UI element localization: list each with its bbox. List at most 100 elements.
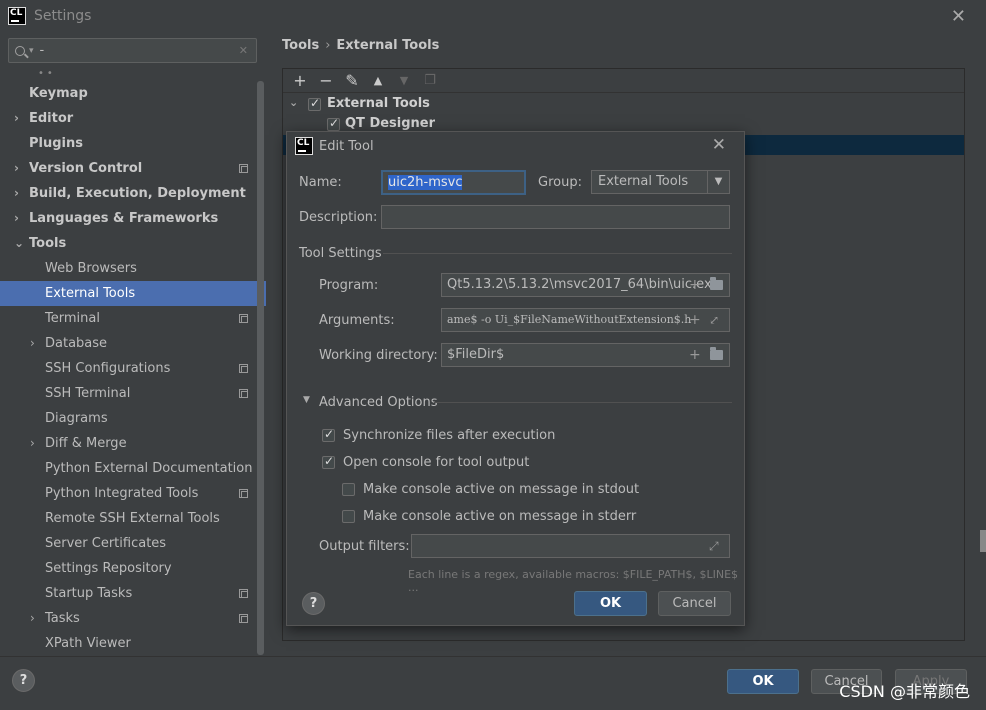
project-level-icon: [239, 614, 248, 623]
advanced-options-heading[interactable]: Advanced Options: [319, 395, 438, 410]
sidebar-item-version-control[interactable]: › Version Control: [0, 156, 266, 181]
sidebar-item-keymap[interactable]: Keymap: [0, 81, 266, 106]
search-history-chevron-icon[interactable]: ▾: [29, 46, 34, 56]
sidebar-item-server-certificates[interactable]: Server Certificates: [0, 531, 266, 556]
sidebar-item-label: Tools: [29, 236, 67, 251]
description-input[interactable]: [381, 205, 730, 229]
sidebar-item-remote-ssh-external-tools[interactable]: Remote SSH External Tools: [0, 506, 266, 531]
sidebar-item-diagrams[interactable]: Diagrams: [0, 406, 266, 431]
name-label: Name:: [299, 175, 342, 190]
sidebar-item-editor[interactable]: › Editor: [0, 106, 266, 131]
sidebar-item-label: Settings Repository: [45, 561, 172, 576]
program-input[interactable]: Qt5.13.2\5.13.2\msvc2017_64\bin\uic.exe …: [441, 273, 730, 297]
arguments-input[interactable]: ame$ -o Ui_$FileNameWithoutExtension$.h …: [441, 308, 730, 332]
sidebar-item-settings-repository[interactable]: Settings Repository: [0, 556, 266, 581]
sidebar-item-label: Python Integrated Tools: [45, 486, 199, 501]
sidebar-item-label: Plugins: [29, 136, 83, 151]
output-filters-input[interactable]: ⤢: [411, 534, 730, 558]
option-label: Make console active on message in stdout: [363, 482, 640, 497]
add-icon[interactable]: +: [291, 71, 309, 90]
dialog-cancel-button[interactable]: Cancel: [658, 591, 731, 616]
sidebar-item-database[interactable]: › Database: [0, 331, 266, 356]
sidebar-item-tools[interactable]: ⌄ Tools: [0, 231, 266, 256]
chevron-right-icon[interactable]: ›: [14, 156, 19, 181]
copy-icon[interactable]: ❐: [421, 72, 439, 90]
insert-macro-plus-icon[interactable]: +: [689, 344, 701, 366]
chevron-right-icon[interactable]: ›: [14, 206, 19, 231]
sidebar-item-label: Version Control: [29, 161, 143, 176]
option-synchronize-files-after-execution[interactable]: Synchronize files after execution: [322, 427, 555, 443]
edit-pencil-icon[interactable]: ✎: [343, 71, 361, 90]
option-checkbox[interactable]: [342, 483, 355, 496]
move-down-icon[interactable]: ▼: [395, 72, 413, 90]
browse-folder-icon[interactable]: [710, 277, 723, 290]
option-make-console-active-on-message-in-stderr[interactable]: Make console active on message in stderr: [342, 509, 636, 524]
breadcrumb-parent[interactable]: Tools: [282, 38, 319, 53]
sidebar-item-startup-tasks[interactable]: Startup Tasks: [0, 581, 266, 606]
sidebar-item-terminal[interactable]: Terminal: [0, 306, 266, 331]
option-checkbox[interactable]: [342, 510, 355, 523]
working-directory-label: Working directory:: [319, 348, 438, 363]
expand-icon[interactable]: ⤢: [709, 535, 719, 557]
group-label: Group:: [538, 175, 582, 190]
chevron-down-icon[interactable]: ▼: [707, 171, 729, 193]
option-open-console-for-tool-output[interactable]: Open console for tool output: [322, 454, 529, 470]
advanced-options-divider: [434, 402, 732, 403]
sidebar-item-ssh-terminal[interactable]: SSH Terminal: [0, 381, 266, 406]
tool-item-checkbox[interactable]: [327, 116, 340, 131]
sidebar-scrollbar[interactable]: [257, 81, 264, 655]
window-close-icon[interactable]: ✕: [951, 6, 966, 27]
clear-search-icon[interactable]: ✕: [239, 44, 248, 57]
dialog-title-bar: CL Edit Tool ✕: [287, 132, 744, 160]
chevron-right-icon[interactable]: ›: [30, 431, 35, 456]
group-select-value: External Tools: [598, 174, 689, 189]
insert-macro-plus-icon[interactable]: +: [689, 309, 701, 331]
chevron-down-icon[interactable]: ⌄: [14, 231, 24, 256]
tool-group-row[interactable]: ⌄ External Tools: [283, 95, 964, 115]
sidebar-item-diff-merge[interactable]: › Diff & Merge: [0, 431, 266, 456]
sidebar-item-external-tools[interactable]: External Tools: [0, 281, 266, 306]
dialog-ok-button[interactable]: OK: [574, 591, 647, 616]
sidebar-item-tasks[interactable]: › Tasks: [0, 606, 266, 631]
option-checkbox[interactable]: [322, 427, 335, 442]
working-directory-input[interactable]: $FileDir$ +: [441, 343, 730, 367]
chevron-right-icon[interactable]: ›: [30, 606, 35, 631]
sidebar-item-label: SSH Terminal: [45, 386, 131, 401]
sidebar-item-web-browsers[interactable]: Web Browsers: [0, 256, 266, 281]
dialog-close-icon[interactable]: ✕: [712, 135, 726, 155]
sidebar-item-plugins[interactable]: Plugins: [0, 131, 266, 156]
sidebar-item-label: Languages & Frameworks: [29, 211, 219, 226]
advanced-options-chevron-icon[interactable]: ▼: [303, 395, 310, 405]
arguments-value: ame$ -o Ui_$FileNameWithoutExtension$.h: [447, 313, 692, 326]
group-checkbox[interactable]: [308, 96, 321, 111]
sidebar-item-languages-frameworks[interactable]: › Languages & Frameworks: [0, 206, 266, 231]
name-input[interactable]: uic2h-msvc: [381, 170, 526, 195]
breadcrumb-separator: ›: [325, 38, 331, 53]
sidebar-item-python-external-documentation[interactable]: Python External Documentation: [0, 456, 266, 481]
sidebar-item-ssh-configurations[interactable]: SSH Configurations: [0, 356, 266, 381]
sidebar-item-xpath-viewer[interactable]: XPath Viewer: [0, 631, 266, 656]
project-level-icon: [239, 589, 248, 598]
move-up-icon[interactable]: ▲: [369, 72, 387, 90]
help-icon[interactable]: ?: [12, 669, 35, 692]
settings-ok-button[interactable]: OK: [727, 669, 799, 694]
sidebar-item-python-integrated-tools[interactable]: Python Integrated Tools: [0, 481, 266, 506]
chevron-right-icon[interactable]: ›: [30, 331, 35, 356]
chevron-right-icon[interactable]: ›: [14, 181, 19, 206]
browse-folder-icon[interactable]: [710, 347, 723, 360]
csdn-watermark: CSDN @非常颜色: [839, 682, 970, 701]
remove-icon[interactable]: −: [317, 71, 335, 90]
settings-search-input[interactable]: ▾ - ✕: [8, 38, 257, 63]
insert-macro-plus-icon[interactable]: +: [689, 274, 701, 296]
arguments-label: Arguments:: [319, 313, 395, 328]
sidebar-item-build-execution-deployment[interactable]: › Build, Execution, Deployment: [0, 181, 266, 206]
sidebar-item-label: Keymap: [29, 86, 88, 101]
option-checkbox[interactable]: [322, 454, 335, 469]
group-expand-chevron-icon[interactable]: ⌄: [289, 96, 298, 109]
help-icon[interactable]: ?: [302, 592, 325, 615]
group-select[interactable]: External Tools ▼: [591, 170, 730, 194]
chevron-right-icon[interactable]: ›: [14, 106, 19, 131]
option-make-console-active-on-message-in-stdout[interactable]: Make console active on message in stdout: [342, 482, 639, 497]
option-label: Make console active on message in stderr: [363, 509, 637, 524]
expand-icon[interactable]: ⤢: [709, 309, 719, 331]
